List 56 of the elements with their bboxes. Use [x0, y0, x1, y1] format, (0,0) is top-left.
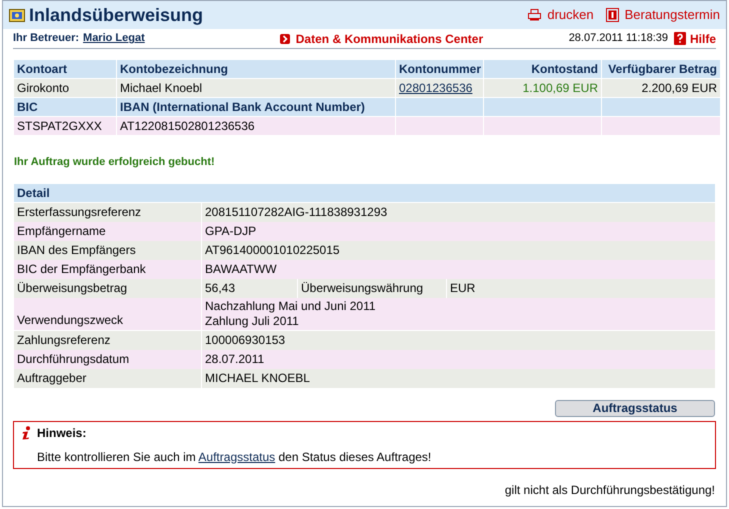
- field-label: Empfängername: [14, 222, 201, 240]
- chevron-icon: [280, 34, 290, 44]
- field-label: Zahlungsreferenz: [14, 330, 201, 350]
- table-cell: STSPAT2GXXX: [14, 117, 116, 135]
- folder-icon: [9, 8, 25, 22]
- footer-note: gilt nicht als Durchführungsbestätigung!: [504, 482, 715, 498]
- field-label: Verwendungszweck: [14, 298, 201, 330]
- field-value: 208151107282AIG-111838931293: [202, 202, 715, 222]
- section-header: Detail: [14, 184, 715, 202]
- printer-icon: [528, 9, 542, 21]
- field-label: Ersterfassungsreferenz: [14, 202, 201, 222]
- notice-text: Bitte kontrollieren Sie auch im Auftragsstatus den Status dieses Auftrages!: [37, 448, 432, 466]
- field-value: BAWAATWW: [202, 260, 715, 278]
- account-number-link[interactable]: 02801236536: [399, 79, 472, 97]
- field-label: IBAN des Empfängers: [14, 240, 201, 260]
- field-value: MICHAEL KNOEBL: [202, 368, 715, 388]
- field-value: Nachzahlung Mai und Juni 2011: [205, 298, 377, 314]
- column-header: Kontonummer: [396, 60, 483, 78]
- column-header: BIC: [14, 98, 116, 116]
- field-value: GPA-DJP: [202, 222, 715, 240]
- field-label: BIC der Empfängerbank: [14, 260, 201, 278]
- datetime: 28.07.2011 11:18:39: [568, 31, 668, 46]
- status-link[interactable]: Auftragsstatus: [198, 450, 276, 464]
- field-label: Überweisungswährung: [298, 278, 446, 298]
- field-label: Durchführungsdatum: [14, 350, 201, 368]
- field-value: 56,43: [202, 278, 297, 298]
- success-message: Ihr Auftrag wurde erfolgreich gebucht!: [14, 155, 216, 170]
- column-header: Verfügbarer Betrag: [602, 60, 720, 78]
- field-value: 28.07.2011: [202, 350, 715, 368]
- help-icon: [674, 32, 686, 45]
- page-title: Inlandsüberweisung: [29, 4, 204, 27]
- table-cell: Michael Knoebl: [117, 79, 395, 97]
- table-cell: 1.100,69 EUR: [484, 79, 601, 97]
- field-value: EUR: [447, 278, 715, 298]
- table-cell: Girokonto: [14, 79, 116, 97]
- advisor-link[interactable]: Mario Legat: [83, 30, 145, 47]
- field-value: 100006930153: [202, 330, 715, 350]
- field-value: AT961400001010225015: [202, 240, 715, 260]
- table-cell: AT122081502801236536: [117, 117, 395, 135]
- status-button[interactable]: Auftragsstatus: [555, 400, 715, 416]
- header-link[interactable]: Beratungstermin: [606, 5, 720, 25]
- notice-title: Hinweis:: [37, 424, 86, 442]
- help-link[interactable]: Hilfe: [690, 30, 716, 48]
- field-label: Überweisungsbetrag: [14, 278, 201, 298]
- info-icon: [20, 426, 32, 440]
- field-value: Zahlung Juli 2011: [205, 314, 300, 328]
- center-link[interactable]: Daten & Kommunikations Center: [296, 30, 484, 48]
- advisor-label: Ihr Betreuer:: [13, 31, 80, 46]
- column-header: IBAN (International Bank Account Number): [117, 98, 395, 116]
- column-header: Kontobezeichnung: [117, 60, 395, 78]
- column-header: Kontoart: [14, 60, 116, 78]
- column-header: Kontostand: [484, 60, 601, 78]
- calendar-icon: [606, 8, 619, 22]
- table-cell: 2.200,69 EUR: [602, 79, 720, 97]
- header-link[interactable]: drucken: [528, 5, 594, 25]
- field-label: Auftraggeber: [14, 368, 201, 388]
